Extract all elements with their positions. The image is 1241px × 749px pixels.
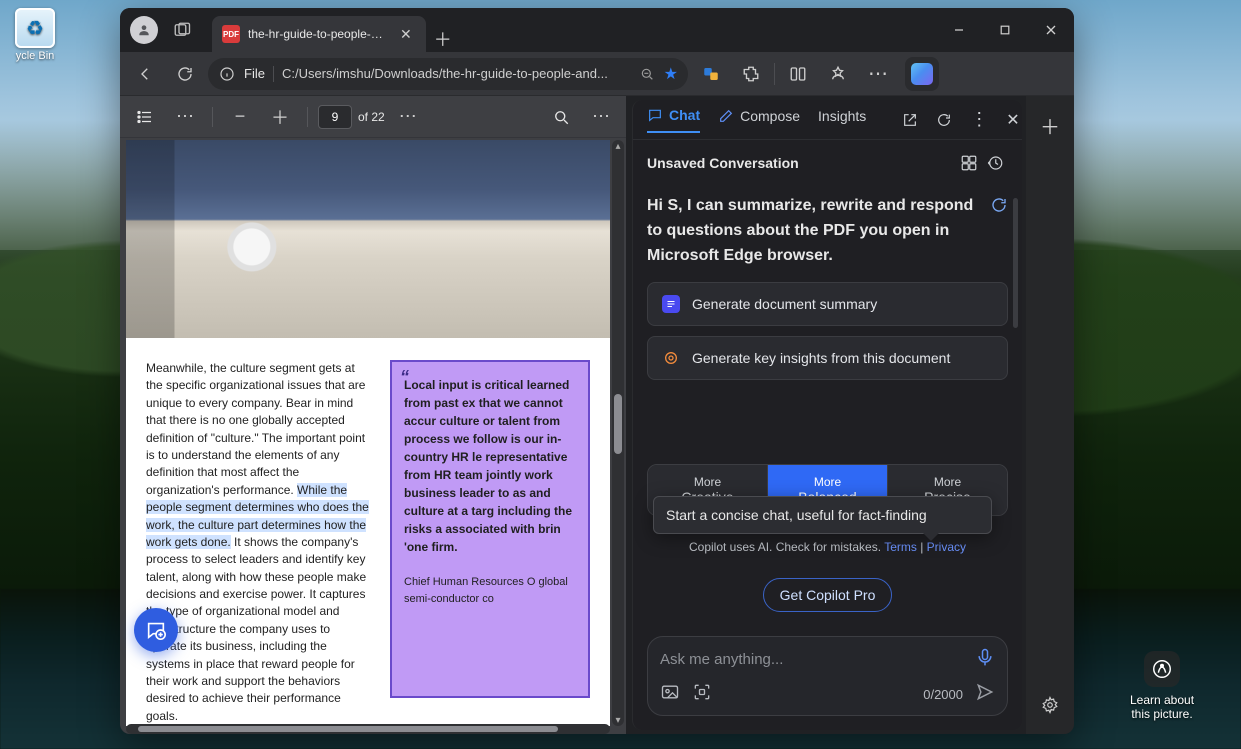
pdf-zoom-out-button[interactable]: − xyxy=(223,100,257,134)
pdf-horizontal-scrollbar[interactable] xyxy=(126,724,610,734)
learn-about-picture[interactable]: Learn about this picture. xyxy=(1119,651,1205,721)
maximize-button[interactable] xyxy=(982,8,1028,52)
back-button[interactable] xyxy=(128,57,162,91)
pdf-text-area[interactable]: Meanwhile, the culture segment gets at t… xyxy=(126,338,610,726)
site-info-icon[interactable] xyxy=(218,65,236,83)
history-icon[interactable] xyxy=(982,150,1008,176)
pdf-search-button[interactable] xyxy=(544,100,578,134)
copilot-input: 0/2000 xyxy=(647,636,1008,716)
minimize-button[interactable] xyxy=(936,8,982,52)
pdf-more-center-button[interactable]: ⋯ xyxy=(391,100,425,134)
edge-window: PDF the-hr-guide-to-people-and-cult ✕ ＋ … xyxy=(120,8,1074,734)
toolbar: File C:/Users/imshu/Downloads/the-hr-gui… xyxy=(120,52,1074,96)
pdf-icon: PDF xyxy=(222,25,240,43)
copilot-close-icon[interactable]: ✕ xyxy=(1006,107,1019,133)
insights-icon xyxy=(662,349,680,367)
copilot-tab-chat[interactable]: Chat xyxy=(647,107,700,133)
address-url: C:/Users/imshu/Downloads/the-hr-guide-to… xyxy=(282,66,608,81)
copilot-subtitle-row: Unsaved Conversation xyxy=(633,140,1022,186)
quote-icon: “ xyxy=(400,364,409,391)
scrollbar-thumb[interactable] xyxy=(614,394,622,454)
copilot-scrollbar[interactable] xyxy=(1013,198,1018,328)
spotlight-icon xyxy=(1144,651,1180,687)
sidebar-add-button[interactable]: ＋ xyxy=(1035,110,1065,140)
copilot-more-icon[interactable]: ⋮ xyxy=(970,107,988,133)
copilot-tabs: Chat Compose Insights ⋮ ✕ xyxy=(633,100,1022,140)
regenerate-icon[interactable] xyxy=(990,196,1008,223)
workspaces-button[interactable] xyxy=(168,16,196,44)
refresh-button[interactable] xyxy=(168,57,202,91)
visual-search-icon[interactable] xyxy=(692,682,712,707)
send-button[interactable] xyxy=(975,682,995,707)
profile-button[interactable] xyxy=(130,16,158,44)
ask-input[interactable] xyxy=(660,651,975,668)
open-in-new-icon[interactable] xyxy=(902,107,918,133)
recycle-bin[interactable]: ycle Bin xyxy=(12,8,58,62)
pdf-page-total: of 22 xyxy=(358,110,385,124)
copilot-icon xyxy=(911,63,933,85)
zoom-out-icon[interactable] xyxy=(638,65,656,83)
favorite-star-icon[interactable]: ★ xyxy=(664,64,678,84)
more-menu-button[interactable]: ⋯ xyxy=(861,57,895,91)
copilot-toggle-button[interactable] xyxy=(905,57,939,91)
pdf-vertical-scrollbar[interactable]: ▴ ▾ xyxy=(612,140,624,726)
new-tab-button[interactable]: ＋ xyxy=(426,26,460,52)
reload-icon[interactable] xyxy=(936,107,952,133)
sidebar-settings-button[interactable] xyxy=(1035,690,1065,720)
pdf-page-input[interactable] xyxy=(318,105,352,129)
pdf-toolbar: ⋯ − ＋ of 22 ⋯ ⋯ xyxy=(120,96,626,138)
tab-close-button[interactable]: ✕ xyxy=(396,24,416,45)
tab-title: the-hr-guide-to-people-and-cult xyxy=(248,27,388,41)
scrollbar-thumb[interactable] xyxy=(138,726,558,732)
pdf-viewer: ⋯ − ＋ of 22 ⋯ ⋯ Meanwhile, the culture s… xyxy=(120,96,626,734)
pdf-quote-box: “ Local input is critical learned from p… xyxy=(390,360,590,698)
terms-link[interactable]: Terms xyxy=(884,540,917,554)
summary-icon xyxy=(662,295,680,313)
copilot-pane: Chat Compose Insights ⋮ ✕ Unsaved Conver… xyxy=(632,100,1022,730)
close-window-button[interactable] xyxy=(1028,8,1074,52)
suggestion-key-insights[interactable]: Generate key insights from this document xyxy=(647,336,1008,380)
get-copilot-pro-button[interactable]: Get Copilot Pro xyxy=(763,578,893,612)
mic-icon[interactable] xyxy=(975,647,995,672)
edge-sidebar: ＋ xyxy=(1026,96,1074,734)
pdf-zoom-in-button[interactable]: ＋ xyxy=(263,100,297,134)
address-scheme: File xyxy=(244,66,265,81)
pdf-page: Meanwhile, the culture segment gets at t… xyxy=(126,140,610,726)
translate-button[interactable] xyxy=(694,57,728,91)
char-counter: 0/2000 xyxy=(923,687,963,702)
titlebar: PDF the-hr-guide-to-people-and-cult ✕ ＋ xyxy=(120,8,1074,52)
address-bar[interactable]: File C:/Users/imshu/Downloads/the-hr-gui… xyxy=(208,58,688,90)
extensions-button[interactable] xyxy=(734,57,768,91)
split-screen-button[interactable] xyxy=(781,57,815,91)
copilot-legal: Copilot uses AI. Check for mistakes. Ter… xyxy=(647,540,1008,554)
pdf-toc-button[interactable] xyxy=(128,100,162,134)
recycle-label: ycle Bin xyxy=(12,50,58,62)
copilot-tab-insights[interactable]: Insights xyxy=(818,108,866,132)
copilot-subtitle: Unsaved Conversation xyxy=(647,155,799,171)
style-tooltip: Start a concise chat, useful for fact-fi… xyxy=(653,496,992,534)
copilot-tab-compose[interactable]: Compose xyxy=(718,108,800,132)
attach-image-icon[interactable] xyxy=(660,682,680,707)
pdf-more-left-button[interactable]: ⋯ xyxy=(168,100,202,134)
favorites-collections-button[interactable] xyxy=(821,57,855,91)
privacy-link[interactable]: Privacy xyxy=(927,540,966,554)
pdf-more-right-button[interactable]: ⋯ xyxy=(584,100,618,134)
browser-tab[interactable]: PDF the-hr-guide-to-people-and-cult ✕ xyxy=(212,16,426,52)
pdf-header-image xyxy=(126,140,610,338)
plugins-icon[interactable] xyxy=(956,150,982,176)
recycle-icon xyxy=(15,8,55,48)
copilot-greeting: Hi S, I can summarize, rewrite and respo… xyxy=(647,194,1008,268)
suggestion-doc-summary[interactable]: Generate document summary xyxy=(647,282,1008,326)
